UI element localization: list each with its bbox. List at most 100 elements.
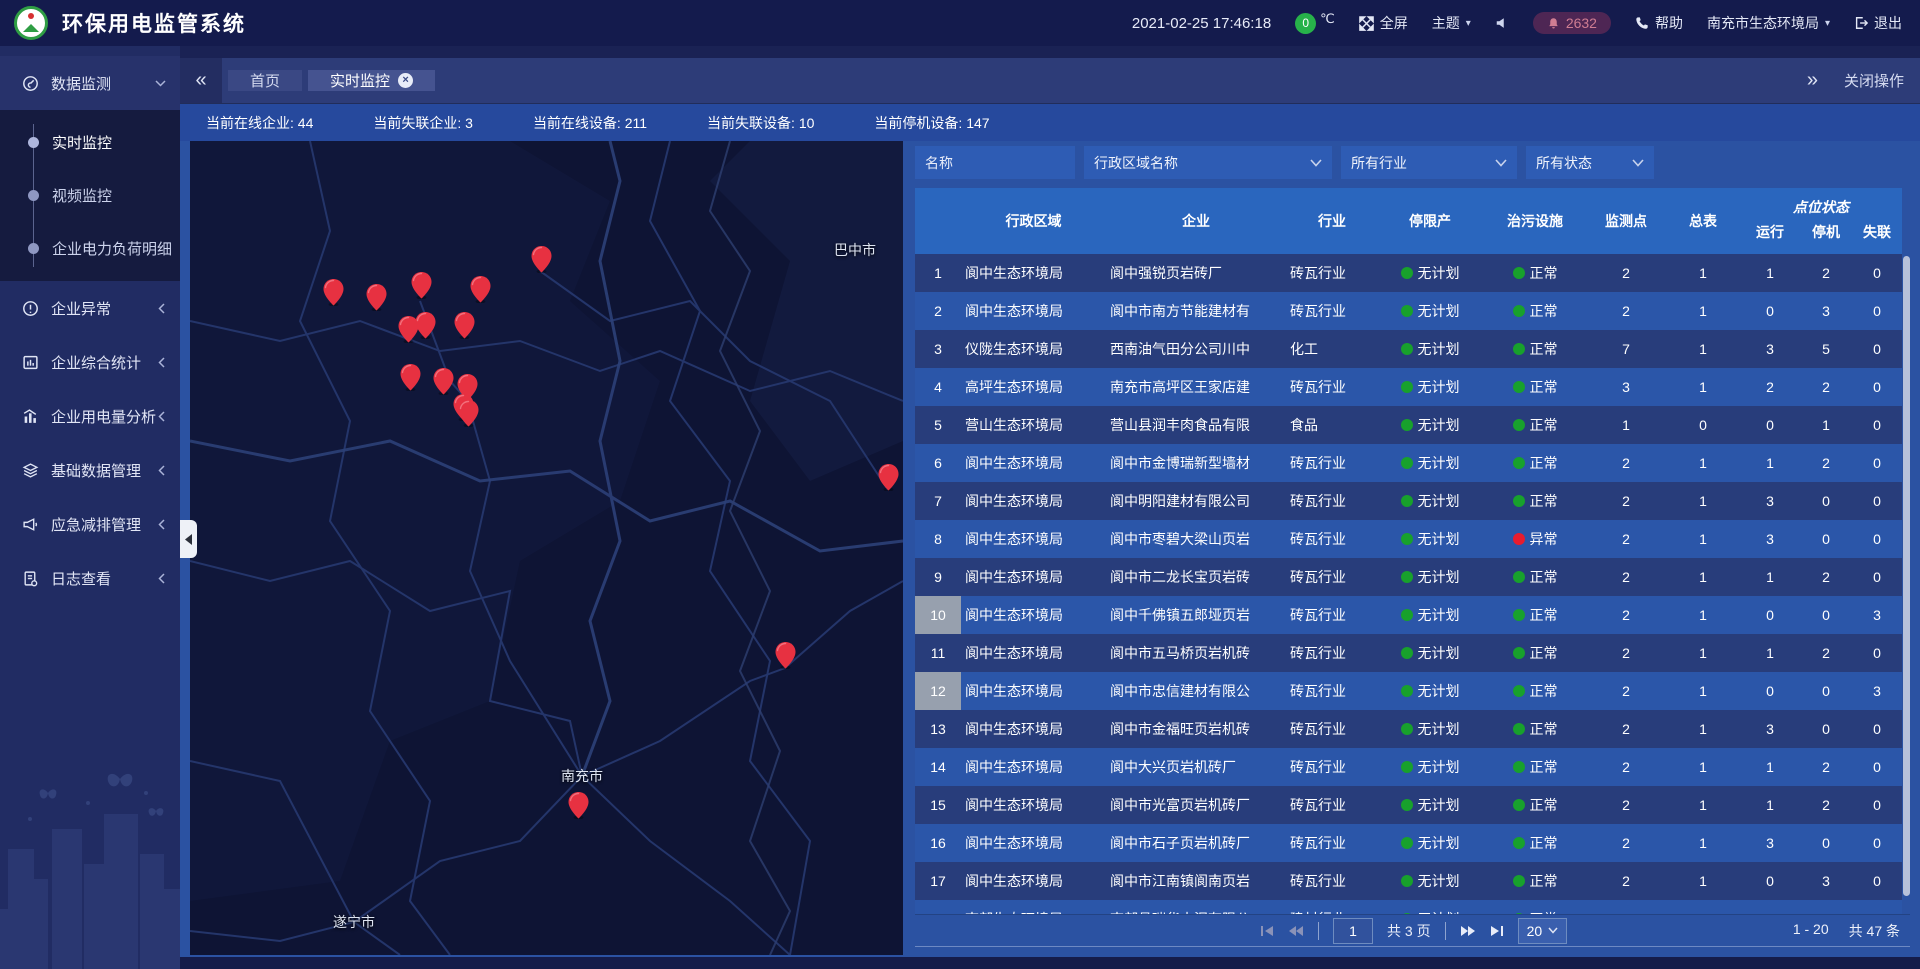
cell-monitor-points: 7 bbox=[1588, 341, 1664, 357]
table-row[interactable]: 3 仪陇生态环境局 西南油气田分公司川中 化工 无计划 正常 7 1 3 5 0 bbox=[915, 330, 1902, 368]
table-row[interactable]: 1 阆中生态环境局 阆中强锐页岩砖厂 砖瓦行业 无计划 正常 2 1 1 2 0 bbox=[915, 254, 1902, 292]
cell-stopped: 1 bbox=[1798, 417, 1854, 433]
map-pin[interactable] bbox=[433, 368, 454, 395]
cell-running: 1 bbox=[1742, 265, 1798, 281]
table-row[interactable]: 10 阆中生态环境局 阆中千佛镇五郎垭页岩 砖瓦行业 无计划 正常 2 1 0 … bbox=[915, 596, 1902, 634]
cell-disconnected: 0 bbox=[1854, 417, 1900, 433]
fullscreen-button[interactable]: 全屏 bbox=[1359, 13, 1408, 33]
map-pin[interactable] bbox=[454, 312, 475, 339]
tab-item[interactable]: 首页 bbox=[228, 70, 302, 91]
page-size-select[interactable]: 20 bbox=[1518, 918, 1568, 944]
table-row[interactable]: 8 阆中生态环境局 阆中市枣碧大梁山页岩 砖瓦行业 无计划 异常 2 1 3 0… bbox=[915, 520, 1902, 558]
table-row[interactable]: 2 阆中生态环境局 阆中市南方节能建材有 砖瓦行业 无计划 正常 2 1 0 3… bbox=[915, 292, 1902, 330]
bullet-icon bbox=[28, 243, 39, 254]
sound-button[interactable] bbox=[1495, 16, 1509, 30]
logout-button[interactable]: 退出 bbox=[1854, 13, 1902, 33]
next-page-button[interactable] bbox=[1460, 925, 1476, 937]
sidebar-group-6[interactable]: 应急减排管理 bbox=[0, 497, 180, 551]
table-row[interactable]: 12 阆中生态环境局 阆中市忠信建材有限公 砖瓦行业 无计划 正常 2 1 0 … bbox=[915, 672, 1902, 710]
table-row[interactable]: 4 高坪生态环境局 南充市高坪区王家店建 砖瓦行业 无计划 正常 3 1 2 2… bbox=[915, 368, 1902, 406]
row-index: 11 bbox=[915, 634, 961, 672]
table-row[interactable]: 6 阆中生态环境局 阆中市金博瑞新型墙材 砖瓦行业 无计划 正常 2 1 1 2… bbox=[915, 444, 1902, 482]
table-row[interactable]: 11 阆中生态环境局 阆中市五马桥页岩机砖 砖瓦行业 无计划 正常 2 1 1 … bbox=[915, 634, 1902, 672]
tab-close-icon[interactable]: × bbox=[398, 73, 413, 88]
cell-region: 阆中生态环境局 bbox=[961, 567, 1106, 587]
cell-disconnected: 0 bbox=[1854, 645, 1900, 661]
table-row[interactable]: 14 阆中生态环境局 阆中大兴页岩机砖厂 砖瓦行业 无计划 正常 2 1 1 2… bbox=[915, 748, 1902, 786]
map-pin[interactable] bbox=[323, 279, 344, 306]
sidebar-collapse-button[interactable] bbox=[180, 520, 197, 558]
status-dot-icon bbox=[1513, 837, 1525, 849]
table-row[interactable]: 5 营山生态环境局 营山县润丰肉食品有限 食品 无计划 正常 1 0 0 1 0 bbox=[915, 406, 1902, 444]
map-pin[interactable] bbox=[415, 312, 436, 339]
status-dot-icon bbox=[1401, 647, 1413, 659]
map-pin[interactable] bbox=[568, 792, 589, 819]
row-index: 3 bbox=[915, 330, 961, 368]
sidebar-group-4[interactable]: 企业用电量分析 bbox=[0, 389, 180, 443]
region-select[interactable]: 行政区域名称 bbox=[1084, 146, 1332, 179]
table-row[interactable]: 17 阆中生态环境局 阆中市江南镇阆南页岩 砖瓦行业 无计划 正常 2 1 0 … bbox=[915, 862, 1902, 900]
sidebar-group-1[interactable]: 数据监测 bbox=[0, 56, 180, 110]
status-select[interactable]: 所有状态 bbox=[1526, 146, 1654, 179]
status-dot-icon bbox=[1513, 875, 1525, 887]
help-button[interactable]: 帮助 bbox=[1635, 13, 1683, 33]
status-dot-icon bbox=[1513, 533, 1525, 545]
map-pin[interactable] bbox=[531, 246, 552, 273]
cell-disconnected: 3 bbox=[1854, 607, 1900, 623]
table-row[interactable]: 15 阆中生态环境局 阆中市光富页岩机砖厂 砖瓦行业 无计划 正常 2 1 1 … bbox=[915, 786, 1902, 824]
table-row[interactable]: 7 阆中生态环境局 阆中明阳建材有限公司 砖瓦行业 无计划 正常 2 1 3 0… bbox=[915, 482, 1902, 520]
page-number-input[interactable] bbox=[1333, 918, 1373, 944]
cell-running: 0 bbox=[1742, 303, 1798, 319]
sidebar-group-3[interactable]: 企业综合统计 bbox=[0, 335, 180, 389]
chevron-left-icon bbox=[158, 357, 166, 368]
org-dropdown[interactable]: 南充市生态环境局 ▾ bbox=[1707, 13, 1830, 33]
theme-dropdown[interactable]: 主题 ▾ bbox=[1432, 13, 1471, 33]
sidebar-group-5[interactable]: 基础数据管理 bbox=[0, 443, 180, 497]
table-row[interactable]: 9 阆中生态环境局 阆中市二龙长宝页岩砖 砖瓦行业 无计划 正常 2 1 1 2… bbox=[915, 558, 1902, 596]
table-scrollbar[interactable] bbox=[1903, 254, 1910, 914]
map-pin[interactable] bbox=[400, 364, 421, 391]
cell-industry: 砖瓦行业 bbox=[1286, 263, 1378, 283]
status-dot-icon bbox=[1513, 343, 1525, 355]
tab-active[interactable]: 实时监控× bbox=[308, 70, 435, 91]
table-row[interactable]: 13 阆中生态环境局 阆中市金福旺页岩机砖 砖瓦行业 无计划 正常 2 1 3 … bbox=[915, 710, 1902, 748]
prev-page-button[interactable] bbox=[1288, 925, 1304, 937]
map-panel[interactable]: 巴中市南充市遂宁市 bbox=[190, 141, 903, 955]
first-page-button[interactable] bbox=[1260, 925, 1274, 937]
industry-select[interactable]: 所有行业 bbox=[1341, 146, 1517, 179]
row-index: 16 bbox=[915, 824, 961, 862]
sidebar-item[interactable]: 实时监控 bbox=[0, 116, 180, 169]
map-pin[interactable] bbox=[470, 276, 491, 303]
sidebar-item[interactable]: 视频监控 bbox=[0, 169, 180, 222]
cell-company: 阆中市二龙长宝页岩砖 bbox=[1106, 567, 1286, 587]
last-page-button[interactable] bbox=[1490, 925, 1504, 937]
cell-monitor-points: 2 bbox=[1588, 607, 1664, 623]
app-root: 环保用电监管系统 2021-02-25 17:46:18 0 ℃ 全屏 主题 ▾ bbox=[0, 0, 1920, 969]
status-dot-icon bbox=[1401, 837, 1413, 849]
pagination-bar: 共 3 页 20 1 - 20 共 47 条 bbox=[915, 914, 1910, 947]
status-dot-icon bbox=[1513, 609, 1525, 621]
tab-scroll-left-button[interactable]: « bbox=[180, 58, 222, 103]
datetime: 2021-02-25 17:46:18 bbox=[1132, 15, 1271, 32]
notification-badge[interactable]: 2632 bbox=[1533, 12, 1611, 34]
map-pin[interactable] bbox=[366, 284, 387, 311]
status-dot-icon bbox=[1401, 723, 1413, 735]
cell-total-meter: 1 bbox=[1664, 645, 1742, 661]
tab-scroll-right-button[interactable]: » bbox=[1807, 69, 1818, 92]
map-pin[interactable] bbox=[458, 400, 479, 427]
scrollbar-thumb[interactable] bbox=[1903, 256, 1910, 896]
table-row[interactable]: 18 南部生态环境局 南部县瑞华水泥有限公 建材行业 无计划 正常 6 0 0 … bbox=[915, 900, 1902, 914]
map-pin[interactable] bbox=[775, 642, 796, 669]
cell-stopped: 2 bbox=[1798, 797, 1854, 813]
close-operations-button[interactable]: 关闭操作 bbox=[1844, 70, 1904, 91]
sidebar-group-2[interactable]: 企业异常 bbox=[0, 281, 180, 335]
cell-total-meter: 1 bbox=[1664, 873, 1742, 889]
cell-disconnected: 0 bbox=[1854, 759, 1900, 775]
sidebar-group-7[interactable]: 日志查看 bbox=[0, 551, 180, 605]
cell-stop-plan: 无计划 bbox=[1378, 453, 1482, 473]
sidebar-item[interactable]: 企业电力负荷明细 bbox=[0, 222, 180, 275]
map-pin[interactable] bbox=[411, 272, 432, 299]
table-row[interactable]: 16 阆中生态环境局 阆中市石子页岩机砖厂 砖瓦行业 无计划 正常 2 1 3 … bbox=[915, 824, 1902, 862]
name-search-input[interactable] bbox=[915, 146, 1075, 179]
map-pin[interactable] bbox=[878, 464, 899, 491]
